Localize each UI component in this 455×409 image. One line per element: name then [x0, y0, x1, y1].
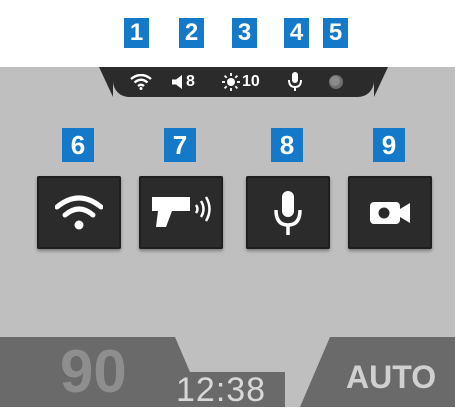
brightness-value: 10 — [242, 73, 260, 90]
status-brightness: 10 — [222, 67, 260, 97]
callout-2: 2 — [179, 18, 204, 48]
sun-icon — [222, 73, 240, 91]
callout-7: 7 — [164, 128, 196, 162]
callout-4: 4 — [284, 18, 309, 48]
microphone-toggle-button[interactable] — [246, 176, 330, 249]
video-record-toggle-button[interactable] — [348, 176, 432, 249]
volume-value: 8 — [186, 73, 195, 90]
wifi-toggle-button[interactable] — [37, 176, 121, 249]
callout-5: 5 — [323, 18, 348, 48]
status-wifi-icon — [130, 67, 152, 97]
mode-label: AUTO — [346, 359, 437, 395]
callout-3: 3 — [232, 18, 257, 48]
speaker-icon — [172, 75, 182, 89]
status-record-dot-icon — [328, 67, 344, 97]
microphone-icon — [274, 190, 302, 235]
status-volume: 8 — [172, 67, 195, 97]
callout-9: 9 — [373, 128, 405, 162]
callout-1: 1 — [124, 18, 149, 48]
callout-8: 8 — [271, 128, 303, 162]
speed-camera-icon — [152, 195, 211, 227]
clock: 12:38 — [176, 371, 267, 409]
speed-readout: 90 — [60, 338, 127, 405]
callout-6: 6 — [62, 128, 94, 162]
status-microphone-icon — [287, 67, 303, 97]
video-camera-icon — [370, 201, 410, 224]
speed-camera-toggle-button[interactable] — [139, 176, 223, 249]
wifi-icon — [55, 195, 103, 229]
